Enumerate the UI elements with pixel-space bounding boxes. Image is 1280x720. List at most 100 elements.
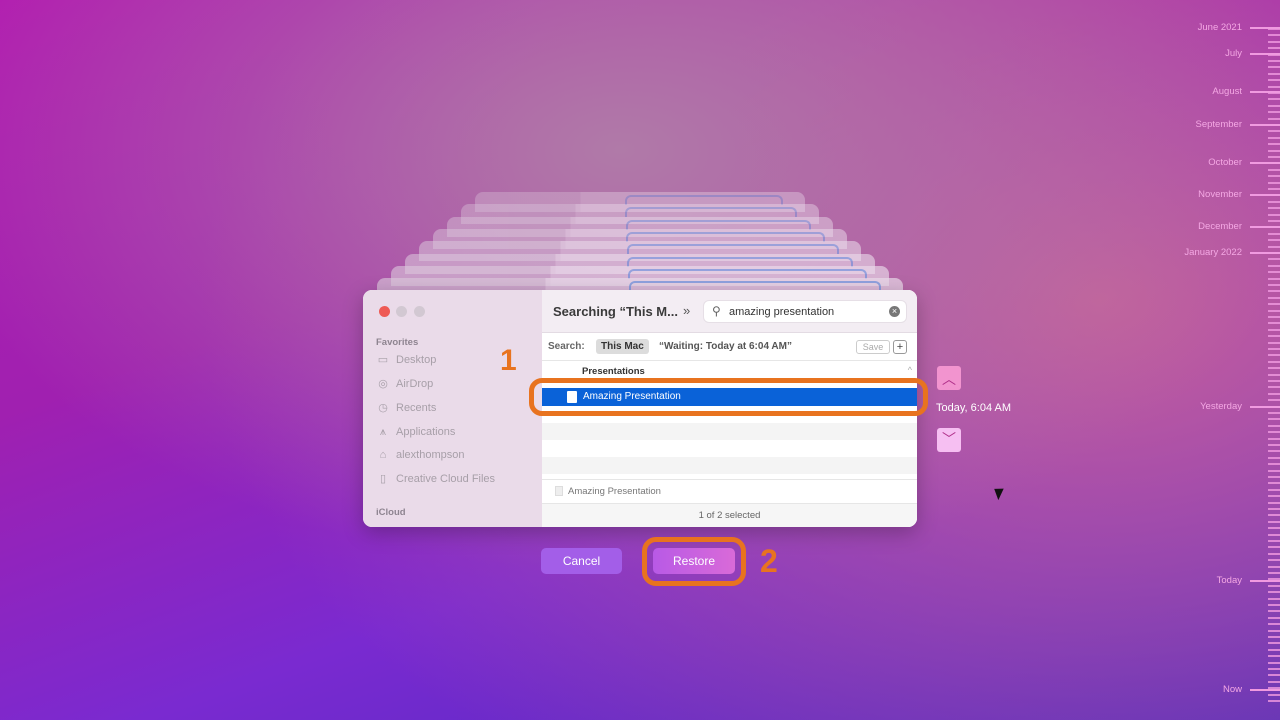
timeline-tick[interactable] [1268,66,1280,69]
save-search-button[interactable]: Save [856,340,890,354]
timeline-tick[interactable] [1268,636,1280,638]
timeline-tick[interactable] [1268,335,1280,338]
timeline-tick[interactable] [1268,168,1280,171]
timeline-tick[interactable] [1268,232,1280,235]
timeline-tick[interactable] [1268,60,1280,62]
timeline-label[interactable]: Today [1217,575,1242,586]
timeline-major-tick[interactable] [1250,406,1280,408]
timeline-tick[interactable] [1268,616,1280,619]
timeline-tick[interactable] [1268,104,1280,107]
timeline-tick[interactable] [1268,456,1280,459]
timeline-label[interactable]: September [1196,119,1242,130]
timeline-tick[interactable] [1268,34,1280,37]
timeline-label[interactable]: December [1198,221,1242,232]
timeline-tick[interactable] [1268,290,1280,293]
timeline-tick[interactable] [1268,79,1280,82]
timeline-tick[interactable] [1268,207,1280,210]
timeline-tick[interactable] [1268,328,1280,331]
timeline-tick[interactable] [1268,693,1280,696]
timeline-tick[interactable] [1268,412,1280,414]
zoom-button[interactable] [414,306,425,317]
timeline-label[interactable]: June 2021 [1198,22,1242,33]
timeline-tick[interactable] [1268,239,1280,242]
collapse-icon[interactable]: ^ [908,365,912,375]
timeline-tick[interactable] [1268,508,1280,510]
timeline-major-tick[interactable] [1250,226,1280,228]
timeline-tick[interactable] [1268,175,1280,178]
timeline-tick[interactable] [1268,540,1280,542]
timeline-label[interactable]: July [1225,48,1242,59]
timeline-tick[interactable] [1268,514,1280,517]
timeline-tick[interactable] [1268,72,1280,75]
timeline-tick[interactable] [1268,47,1280,50]
scope-this-mac[interactable]: This Mac [596,339,649,354]
timeline-tick[interactable] [1268,533,1280,536]
timeline-major-tick[interactable] [1250,580,1280,582]
timeline-tick[interactable] [1268,392,1280,395]
timeline-tick[interactable] [1268,156,1280,158]
timeline-tick[interactable] [1268,143,1280,146]
timeline-tick[interactable] [1268,482,1280,485]
timeline-tick[interactable] [1268,380,1280,382]
timeline-tick[interactable] [1268,130,1280,133]
timeline-label[interactable]: August [1212,86,1242,97]
timeline-tick[interactable] [1268,277,1280,280]
timeline-tick[interactable] [1268,591,1280,594]
add-criteria-button[interactable]: + [893,340,907,354]
timeline-major-tick[interactable] [1250,53,1280,55]
timeline-tick[interactable] [1268,565,1280,568]
timeline-tick[interactable] [1268,309,1280,312]
timeline-tick[interactable] [1268,111,1280,114]
timeline-label[interactable]: October [1208,157,1242,168]
timeline-tick[interactable] [1268,642,1280,645]
timeline-tick[interactable] [1268,245,1280,248]
close-button[interactable] [379,306,390,317]
timeline-tick[interactable] [1268,367,1280,370]
timeline-major-tick[interactable] [1250,162,1280,164]
timeline-tick[interactable] [1268,629,1280,632]
timeline-tick[interactable] [1268,303,1280,306]
timeline-tick[interactable] [1268,98,1280,101]
timeline-major-tick[interactable] [1250,27,1280,29]
timeline-tick[interactable] [1268,213,1280,216]
sidebar-item-applications[interactable]: ⩚ Applications [377,426,455,438]
timeline-tick[interactable] [1268,463,1280,466]
timeline-tick[interactable] [1268,85,1280,88]
timeline-tick[interactable] [1268,360,1280,363]
timeline-tick[interactable] [1268,284,1280,286]
next-snapshot-button[interactable]: ﹀ [937,428,961,452]
timeline-tick[interactable] [1268,418,1280,421]
timeline-tick[interactable] [1268,296,1280,299]
timeline-tick[interactable] [1268,674,1280,677]
timeline-tick[interactable] [1268,552,1280,555]
timeline-tick[interactable] [1268,373,1280,376]
timeline-tick[interactable] [1268,424,1280,427]
sidebar-item-creative-cloud-files[interactable]: ▯ Creative Cloud Files [377,473,495,485]
timeline-tick[interactable] [1268,527,1280,530]
timeline-tick[interactable] [1268,399,1280,402]
scope-waiting[interactable]: “Waiting: Today at 6:04 AM” [659,341,792,352]
timeline-tick[interactable] [1268,668,1280,670]
timeline-tick[interactable] [1268,501,1280,504]
timeline-tick[interactable] [1268,322,1280,325]
timeline-tick[interactable] [1268,559,1280,562]
timeline-tick[interactable] [1268,386,1280,389]
timeline-tick[interactable] [1268,488,1280,491]
timeline-tick[interactable] [1268,700,1280,702]
more-toolbar-icon[interactable]: » [683,303,690,318]
timeline-tick[interactable] [1268,495,1280,498]
timeline-tick[interactable] [1268,220,1280,222]
timeline-tick[interactable] [1268,546,1280,549]
timeline-major-tick[interactable] [1250,689,1280,691]
timeline-tick[interactable] [1268,469,1280,472]
restore-button[interactable]: Restore [653,548,735,574]
timeline-tick[interactable] [1268,648,1280,651]
timeline-major-tick[interactable] [1250,252,1280,254]
timeline-tick[interactable] [1268,149,1280,152]
timeline-label[interactable]: Now [1223,684,1242,695]
timeline-tick[interactable] [1268,623,1280,626]
sidebar-item-airdrop[interactable]: ◎ AirDrop [377,378,433,390]
search-input[interactable]: ⚲ amazing presentation × [703,300,907,323]
timeline-tick[interactable] [1268,271,1280,274]
timeline-tick[interactable] [1268,354,1280,357]
